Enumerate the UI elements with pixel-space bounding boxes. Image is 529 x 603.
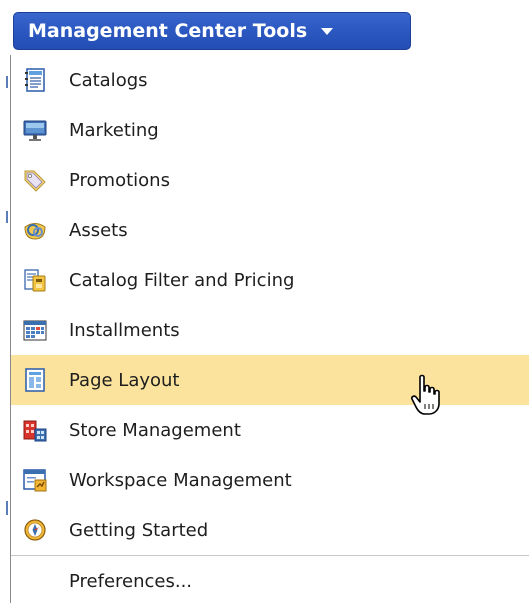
promotions-icon bbox=[23, 168, 47, 192]
workspace-management-icon bbox=[23, 468, 47, 492]
menu-item-preferences[interactable]: Preferences... bbox=[11, 556, 529, 603]
background-page-edge bbox=[0, 46, 10, 603]
menu-item-label: Preferences... bbox=[69, 570, 193, 592]
menu-button-label: Management Center Tools bbox=[28, 20, 308, 42]
menu-item-store-management[interactable]: Store Management bbox=[11, 405, 529, 455]
installments-icon bbox=[23, 318, 47, 342]
store-management-icon bbox=[23, 418, 47, 442]
menu-item-label: Getting Started bbox=[69, 519, 209, 541]
menu-item-installments[interactable]: Installments bbox=[11, 305, 529, 355]
menu-item-catalog-filter-and-pricing[interactable]: Catalog Filter and Pricing bbox=[11, 255, 529, 305]
assets-icon bbox=[23, 218, 47, 242]
menu-item-label: Catalog Filter and Pricing bbox=[69, 269, 295, 291]
page-layout-icon bbox=[23, 368, 47, 392]
management-center-window: Management Center Tools Catalogs Marketi… bbox=[0, 0, 529, 603]
background-mark bbox=[6, 211, 8, 223]
menu-item-assets[interactable]: Assets bbox=[11, 205, 529, 255]
getting-started-icon bbox=[23, 518, 47, 542]
tools-dropdown-menu: Catalogs Marketing Promotions Assets Cat… bbox=[10, 55, 529, 603]
marketing-icon bbox=[23, 118, 47, 142]
menu-item-marketing[interactable]: Marketing bbox=[11, 105, 529, 155]
menu-item-workspace-management[interactable]: Workspace Management bbox=[11, 455, 529, 505]
menu-item-catalogs[interactable]: Catalogs bbox=[11, 55, 529, 105]
menu-item-label: Store Management bbox=[69, 419, 241, 441]
menu-item-label: Page Layout bbox=[69, 369, 180, 391]
catalogs-icon bbox=[23, 68, 47, 92]
menu-item-label: Marketing bbox=[69, 119, 159, 141]
menu-item-label: Workspace Management bbox=[69, 469, 292, 491]
menu-item-page-layout[interactable]: Page Layout bbox=[11, 355, 529, 405]
menu-item-label: Catalogs bbox=[69, 69, 148, 91]
background-mark bbox=[6, 501, 8, 515]
menu-item-promotions[interactable]: Promotions bbox=[11, 155, 529, 205]
menu-item-label: Installments bbox=[69, 319, 180, 341]
chevron-down-icon bbox=[321, 27, 334, 35]
catalog-filter-pricing-icon bbox=[23, 268, 47, 292]
menu-item-getting-started[interactable]: Getting Started bbox=[11, 505, 529, 555]
menu-item-label: Promotions bbox=[69, 169, 170, 191]
management-center-tools-menu-button[interactable]: Management Center Tools bbox=[13, 12, 411, 50]
background-mark bbox=[6, 76, 8, 88]
menu-item-label: Assets bbox=[69, 219, 128, 241]
hand-pointer-icon bbox=[410, 374, 444, 418]
